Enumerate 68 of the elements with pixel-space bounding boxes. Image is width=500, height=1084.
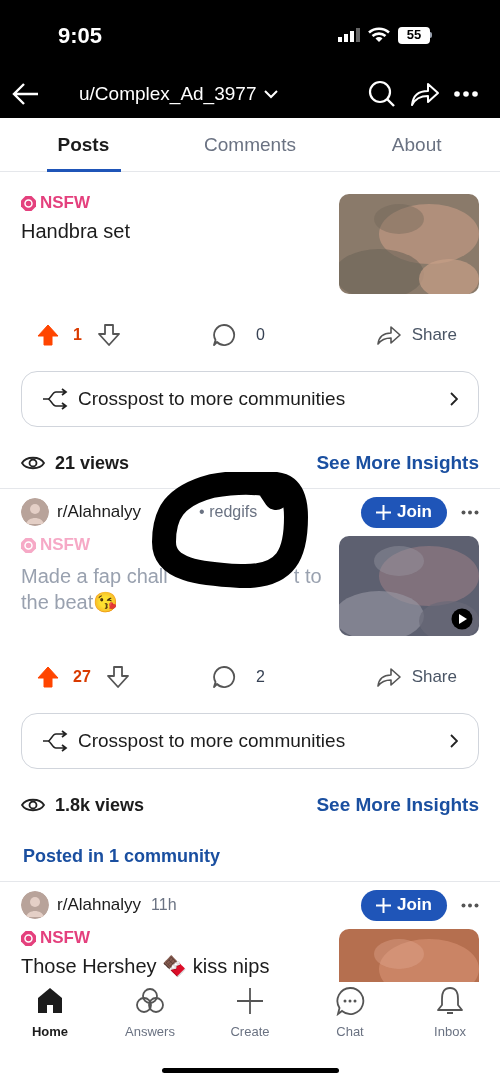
nsfw-label: NSFW: [40, 192, 91, 215]
search-icon[interactable]: [368, 80, 396, 108]
share-button[interactable]: Share: [375, 664, 457, 690]
nav-tab[interactable]: Chat: [300, 986, 400, 1042]
comment-icon[interactable]: [212, 665, 236, 689]
crosspost-icon: [42, 730, 68, 752]
crosspost-icon: [42, 388, 68, 410]
home-icon: [35, 986, 65, 1016]
eye-icon: [21, 454, 45, 472]
view-count: 21 views: [55, 451, 130, 475]
share-icon: [375, 666, 402, 688]
plus-icon: [235, 986, 265, 1016]
comment-icon[interactable]: [212, 323, 236, 347]
posted-in-link[interactable]: Posted in 1 community: [23, 842, 221, 870]
caret-icon[interactable]: [264, 89, 279, 99]
crosspost-button[interactable]: Crosspost to more communities: [21, 713, 479, 769]
more-icon[interactable]: [461, 902, 479, 908]
back-arrow-icon[interactable]: [12, 82, 40, 106]
play-icon[interactable]: [451, 608, 473, 630]
post-meta: 11h: [151, 895, 177, 915]
share-icon[interactable]: [410, 81, 440, 107]
downvote-icon[interactable]: [106, 666, 129, 688]
profile-tab[interactable]: Comments: [166, 118, 334, 172]
nav-tab[interactable]: Create: [200, 986, 300, 1042]
nav-tab[interactable]: Answers: [100, 986, 200, 1042]
post-title[interactable]: Handbra set: [21, 219, 329, 243]
nsfw-label: NSFW: [40, 534, 91, 557]
plus-icon: [376, 897, 391, 913]
bell-icon: [435, 986, 465, 1016]
nav-tab[interactable]: Home: [0, 986, 100, 1042]
profile-tab[interactable]: Posts: [0, 118, 167, 172]
chevron-right-icon: [450, 392, 458, 406]
insights-link[interactable]: See More Insights: [316, 448, 479, 478]
vote-count: 1: [73, 325, 82, 345]
plus-icon: [376, 504, 391, 520]
insights-link[interactable]: See More Insights: [316, 790, 479, 820]
share-icon: [375, 324, 402, 346]
signal-icon: [338, 28, 360, 42]
downvote-icon[interactable]: [97, 324, 120, 346]
nsfw-icon: [21, 537, 36, 553]
battery-level: 55: [398, 26, 430, 44]
nav-tab[interactable]: Inbox: [400, 986, 500, 1042]
crosspost-button[interactable]: Crosspost to more communities: [21, 371, 479, 427]
upvote-icon[interactable]: [37, 324, 59, 346]
post-meta: • redgifs: [199, 502, 258, 522]
clock-time: 9:05: [58, 21, 103, 50]
nsfw-icon: [21, 930, 36, 946]
share-button[interactable]: Share: [375, 322, 457, 348]
more-icon[interactable]: [461, 509, 479, 515]
eye-icon: [21, 796, 45, 814]
comment-count: 0: [256, 325, 265, 345]
vote-count: 27: [73, 667, 91, 687]
nsfw-icon: [21, 195, 36, 211]
upvote-icon[interactable]: [37, 666, 59, 688]
wifi-icon: [368, 27, 390, 43]
more-icon[interactable]: [454, 91, 478, 97]
post-title[interactable]: Those Hershey 🍫 kiss nips: [21, 954, 329, 978]
join-button[interactable]: Join: [361, 496, 447, 528]
comment-count: 2: [256, 667, 265, 687]
nsfw-label: NSFW: [40, 927, 91, 950]
view-count: 1.8k views: [55, 793, 145, 817]
join-button[interactable]: Join: [361, 889, 447, 921]
chevron-right-icon: [450, 734, 458, 748]
profile-tab[interactable]: About: [333, 118, 500, 172]
community-name[interactable]: r/Alahnalyy: [57, 499, 142, 525]
chat-icon: [335, 986, 365, 1016]
circles-icon: [135, 986, 165, 1016]
community-name[interactable]: r/Alahnalyy: [57, 892, 142, 918]
